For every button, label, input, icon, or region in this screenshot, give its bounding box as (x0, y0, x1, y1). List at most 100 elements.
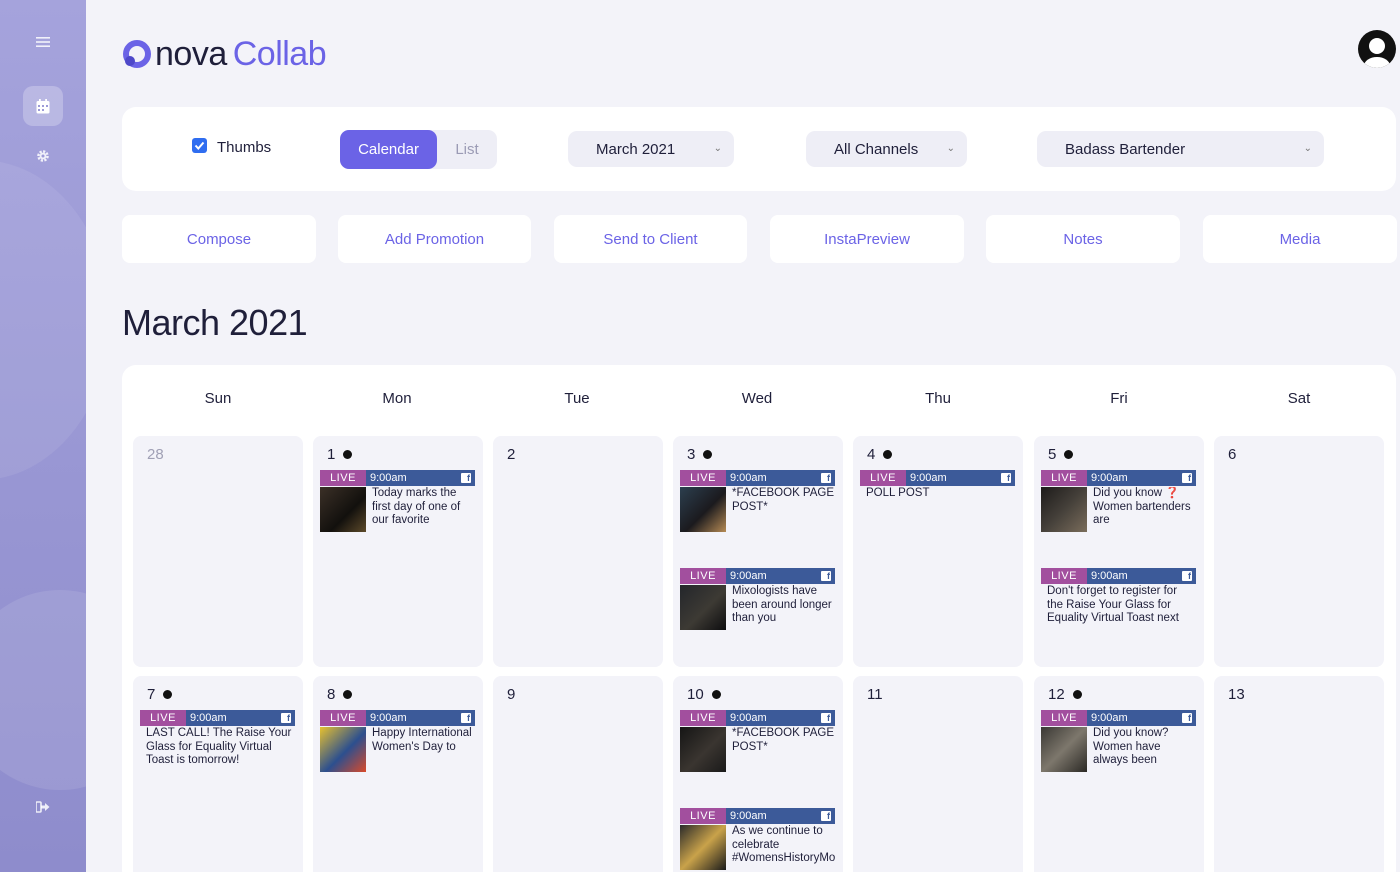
day-number: 1 (327, 446, 353, 463)
day-cell[interactable]: 2 (493, 436, 663, 667)
post-time: 9:00am (190, 712, 227, 724)
menu-button[interactable] (23, 22, 63, 62)
live-badge: LIVE (680, 470, 726, 486)
facebook-icon: f (821, 713, 831, 723)
send-to-client-button[interactable]: Send to Client (554, 215, 747, 263)
add-promotion-button[interactable]: Add Promotion (338, 215, 531, 263)
media-button[interactable]: Media (1203, 215, 1397, 263)
notes-button[interactable]: Notes (986, 215, 1180, 263)
post-time: 9:00am (370, 712, 407, 724)
facebook-icon: f (1001, 473, 1011, 483)
day-cell[interactable]: 12 LIVE 9:00am f Did you know? Women have … (1034, 676, 1204, 872)
post-card[interactable]: LIVE 9:00am f Mixologists have been around… (680, 568, 835, 630)
day-cell[interactable]: 6 (1214, 436, 1384, 667)
instapreview-button[interactable]: InstaPreview (770, 215, 964, 263)
day-cell[interactable]: 8 LIVE 9:00am f Happy International Women'… (313, 676, 483, 872)
live-badge: LIVE (680, 568, 726, 584)
facebook-icon: f (821, 473, 831, 483)
post-card[interactable]: LIVE 9:00am f LAST CALL! The Raise Your Gl… (140, 710, 295, 772)
day-cell[interactable]: 9 (493, 676, 663, 872)
post-card[interactable]: LIVE 9:00am f POLL POST (860, 470, 1015, 532)
post-card[interactable]: LIVE 9:00am f Did you know ❓ Women bartend… (1041, 470, 1196, 532)
weekday-header: Thu (925, 390, 951, 407)
post-indicator-dot (343, 690, 353, 699)
thumbs-label: Thumbs (217, 139, 272, 156)
post-thumbnail (680, 585, 726, 630)
weekday-header: Sat (1287, 390, 1311, 407)
app-logo[interactable]: nova Collab (122, 34, 327, 74)
day-cell[interactable]: 4 LIVE 9:00am f POLL POST (853, 436, 1023, 667)
post-time: 9:00am (730, 712, 767, 724)
day-cell[interactable]: 11 (853, 676, 1023, 872)
client-select-value: Badass Bartender (1065, 140, 1186, 158)
post-thumbnail (1041, 727, 1087, 772)
post-time: 9:00am (1091, 570, 1128, 582)
calendar-grid: Sun Mon Tue Wed Thu Fri Sat 28 1 LIVE 9:0… (122, 365, 1396, 872)
logout-button[interactable] (23, 787, 63, 827)
post-card[interactable]: LIVE 9:00am f *FACEBOOK PAGE POST* (680, 710, 835, 772)
avatar[interactable] (1358, 30, 1396, 68)
post-card[interactable]: LIVE 9:00am f As we continue to celebrate … (680, 808, 835, 870)
post-time: 9:00am (730, 810, 767, 822)
day-cell[interactable]: 1 LIVE 9:00am f Today marks the first day … (313, 436, 483, 667)
post-indicator-dot (1072, 690, 1082, 699)
post-caption: Mixologists have been around longer than… (732, 585, 832, 625)
day-number: 13 (1228, 686, 1245, 703)
post-thumbnail (680, 727, 726, 772)
sidebar-item-settings[interactable] (23, 136, 63, 176)
client-select[interactable]: Badass Bartender ⌄ (1037, 131, 1324, 167)
day-number: 10 (687, 686, 721, 703)
post-indicator-dot (163, 690, 173, 699)
compose-button[interactable]: Compose (122, 215, 316, 263)
facebook-icon: f (1182, 571, 1192, 581)
calendar-view-button[interactable]: Calendar (340, 130, 437, 169)
day-cell[interactable]: 3 LIVE 9:00am f *FACEBOOK PAGE POST* LIVE 9… (673, 436, 843, 667)
channels-select-value: All Channels (834, 140, 919, 158)
day-cell[interactable]: 10 LIVE 9:00am f *FACEBOOK PAGE POST* LIVE… (673, 676, 843, 872)
day-number: 7 (147, 686, 173, 703)
post-card[interactable]: LIVE 9:00am f Did you know? Women have alw… (1041, 710, 1196, 772)
post-indicator-dot (883, 450, 893, 459)
sidebar-decoration (0, 590, 86, 790)
live-badge: LIVE (1041, 568, 1087, 584)
post-caption: *FACEBOOK PAGE POST* (732, 487, 835, 513)
post-time: 9:00am (1091, 472, 1128, 484)
day-number: 8 (327, 686, 353, 703)
thumbs-toggle[interactable]: Thumbs (192, 138, 272, 156)
day-number: 6 (1228, 446, 1237, 463)
facebook-icon: f (461, 473, 471, 483)
day-cell[interactable]: 7 LIVE 9:00am f LAST CALL! The Raise Your … (133, 676, 303, 872)
chevron-down-icon: ⌄ (946, 143, 955, 154)
live-badge: LIVE (680, 808, 726, 824)
day-cell[interactable]: 5 LIVE 9:00am f Did you know ❓ Women barte… (1034, 436, 1204, 667)
post-card[interactable]: LIVE 9:00am f *FACEBOOK PAGE POST* (680, 470, 835, 532)
live-badge: LIVE (320, 470, 366, 486)
day-cell[interactable]: 28 (133, 436, 303, 667)
thumbs-checkbox[interactable] (192, 138, 207, 153)
logo-text-accent: Collab (232, 34, 327, 73)
post-caption: LAST CALL! The Raise Your Glass for Equa… (146, 727, 292, 767)
channels-select[interactable]: All Channels ⌄ (806, 131, 967, 167)
view-toggle: Calendar List (340, 130, 497, 169)
day-cell[interactable]: 13 (1214, 676, 1384, 872)
sidebar-item-calendar[interactable] (23, 86, 63, 126)
facebook-icon: f (821, 571, 831, 581)
list-view-button[interactable]: List (437, 130, 497, 169)
chevron-down-icon: ⌄ (713, 143, 722, 154)
day-number: 28 (147, 446, 164, 463)
weekday-header: Fri (1110, 390, 1128, 407)
month-select[interactable]: March 2021 ⌄ (568, 131, 734, 167)
day-number: 4 (867, 446, 893, 463)
day-number: 11 (867, 686, 883, 703)
month-select-value: March 2021 (596, 140, 676, 158)
facebook-icon: f (461, 713, 471, 723)
post-card[interactable]: LIVE 9:00am f Today marks the first day of… (320, 470, 475, 532)
day-number: 3 (687, 446, 713, 463)
facebook-icon: f (1182, 473, 1192, 483)
weekday-header: Tue (564, 390, 590, 407)
facebook-icon: f (281, 713, 291, 723)
post-caption: As we continue to celebrate #WomensHisto… (732, 825, 835, 865)
hamburger-icon (36, 37, 50, 47)
post-card[interactable]: LIVE 9:00am f Don't forget to register for… (1041, 568, 1196, 630)
post-card[interactable]: LIVE 9:00am f Happy International Women's … (320, 710, 475, 772)
